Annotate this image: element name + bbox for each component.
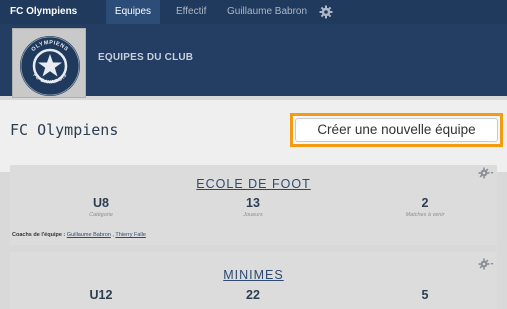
team-players-label: Joueurs bbox=[243, 212, 263, 218]
nav-item-equipes[interactable]: Equipes bbox=[106, 0, 160, 24]
coach-separator: , bbox=[112, 232, 114, 238]
top-navbar: FC Olympiens Equipes Effectif Guillaume … bbox=[0, 0, 507, 24]
nav-item-user[interactable]: Guillaume Babron bbox=[227, 0, 307, 24]
coaches-label: Coachs de l'équipe : bbox=[12, 232, 66, 238]
team-category-value: U12 bbox=[89, 288, 113, 302]
team-category-label: Catégorie bbox=[89, 212, 113, 218]
team-players-value: 22 bbox=[246, 288, 260, 302]
create-team-highlight: Créer une nouvelle équipe bbox=[290, 113, 503, 147]
page-title: FC Olympiens bbox=[10, 121, 119, 139]
coach-link[interactable]: Thierry Falle bbox=[115, 232, 146, 238]
banner-title: EQUIPES DU CLUB bbox=[98, 52, 194, 63]
create-team-button[interactable]: Créer une nouvelle équipe bbox=[295, 118, 498, 142]
nav-item-effectif[interactable]: Effectif bbox=[176, 0, 206, 24]
team-name-link[interactable]: ECOLE DE FOOT bbox=[0, 177, 507, 191]
coach-link[interactable]: Guillaume Babron bbox=[67, 232, 111, 238]
brand-link[interactable]: FC Olympiens bbox=[10, 0, 77, 24]
team-players-value: 13 bbox=[246, 196, 260, 210]
gear-icon[interactable] bbox=[319, 5, 333, 19]
club-crest-icon: OLYMPIENS FC BAVAROIS bbox=[20, 36, 80, 96]
team-category-value: U8 bbox=[93, 196, 109, 210]
team-upcoming-matches-label: Matches à venir bbox=[405, 212, 445, 218]
club-logo: OLYMPIENS FC BAVAROIS bbox=[12, 28, 86, 98]
team-upcoming-matches-value: 5 bbox=[421, 288, 429, 302]
team-name-link[interactable]: MINIMES bbox=[0, 268, 507, 282]
team-upcoming-matches-value: 2 bbox=[421, 196, 429, 210]
team-coaches: Coachs de l'équipe : Guillaume Babron , … bbox=[12, 232, 146, 238]
